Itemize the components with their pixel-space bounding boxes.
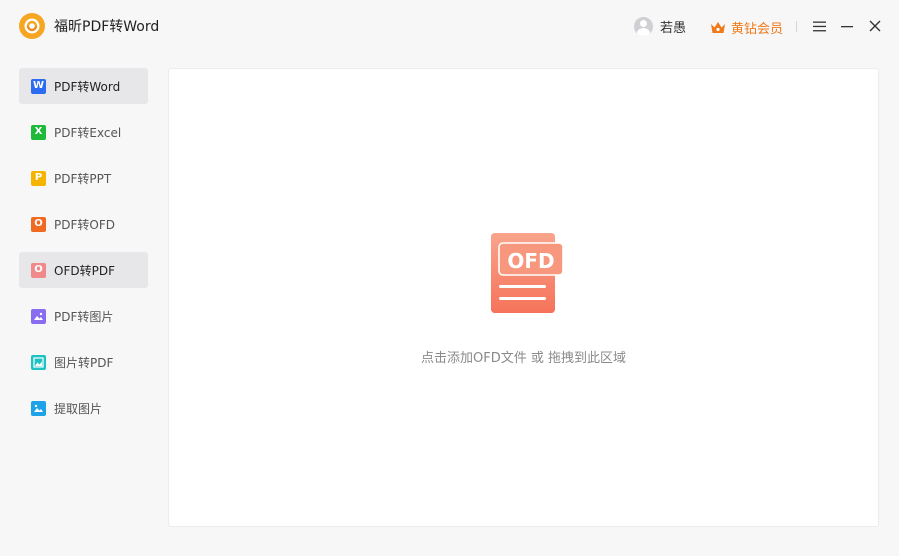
sidebar-item-pdf-to-image[interactable]: PDF转图片: [19, 298, 148, 334]
sidebar-item-label: 图片转PDF: [54, 355, 114, 370]
hamburger-icon: [812, 21, 826, 31]
sidebar-item-image-to-pdf[interactable]: 图片转PDF: [19, 344, 148, 380]
sidebar-item-label: PDF转Excel: [54, 125, 122, 140]
sidebar-item-extract-images[interactable]: 提取图片: [19, 390, 148, 426]
title-bar: 福昕PDF转Word 若愚 黄钻会员: [0, 0, 899, 52]
ofd-file-icon[interactable]: OFD: [489, 231, 567, 315]
crown-icon: [711, 21, 725, 33]
sidebar: W PDF转Word X PDF转Excel P PDF转PPT O PDF转O…: [19, 68, 148, 436]
file-drop-zone[interactable]: OFD 点击添加OFD文件 或 拖拽到此区域: [168, 68, 879, 527]
close-icon: [869, 20, 881, 32]
sidebar-item-pdf-to-ppt[interactable]: P PDF转PPT: [19, 160, 148, 196]
sidebar-item-pdf-to-ofd[interactable]: O PDF转OFD: [19, 206, 148, 242]
sidebar-item-ofd-to-pdf[interactable]: O OFD转PDF: [19, 252, 148, 288]
drop-hint[interactable]: 点击添加OFD文件 或 拖拽到此区域: [169, 347, 878, 366]
menu-button[interactable]: [809, 16, 829, 36]
extract-image-icon: [31, 400, 46, 416]
sidebar-item-label: PDF转图片: [54, 309, 114, 324]
app-title: 福昕PDF转Word: [54, 19, 160, 35]
sidebar-item-label: OFD转PDF: [54, 263, 115, 278]
pdf-to-image-icon: [31, 308, 46, 324]
user-name[interactable]: 若愚: [660, 17, 686, 36]
sidebar-item-label: PDF转PPT: [54, 171, 112, 186]
sidebar-item-label: PDF转OFD: [54, 217, 115, 232]
sidebar-item-pdf-to-excel[interactable]: X PDF转Excel: [19, 114, 148, 150]
sidebar-item-pdf-to-word[interactable]: W PDF转Word: [19, 68, 148, 104]
excel-icon: X: [31, 124, 46, 140]
word-icon: W: [31, 78, 46, 94]
close-button[interactable]: [865, 16, 885, 36]
ofd-to-pdf-icon: O: [31, 262, 46, 278]
sidebar-item-label: 提取图片: [54, 401, 103, 416]
vip-member-link[interactable]: 黄钻会员: [710, 18, 783, 37]
minimize-icon: [841, 26, 853, 28]
ofd-icon: O: [31, 216, 46, 232]
image-to-pdf-icon: [31, 354, 46, 370]
avatar[interactable]: [634, 17, 653, 36]
sidebar-item-label: PDF转Word: [54, 79, 121, 94]
vip-label[interactable]: 黄钻会员: [731, 18, 783, 37]
ppt-icon: P: [31, 170, 46, 186]
user-account[interactable]: 若愚: [634, 17, 686, 36]
foxit-logo-icon: [19, 13, 45, 39]
file-badge-text: OFD: [507, 249, 554, 273]
minimize-button[interactable]: [837, 16, 857, 36]
divider: [796, 21, 797, 32]
